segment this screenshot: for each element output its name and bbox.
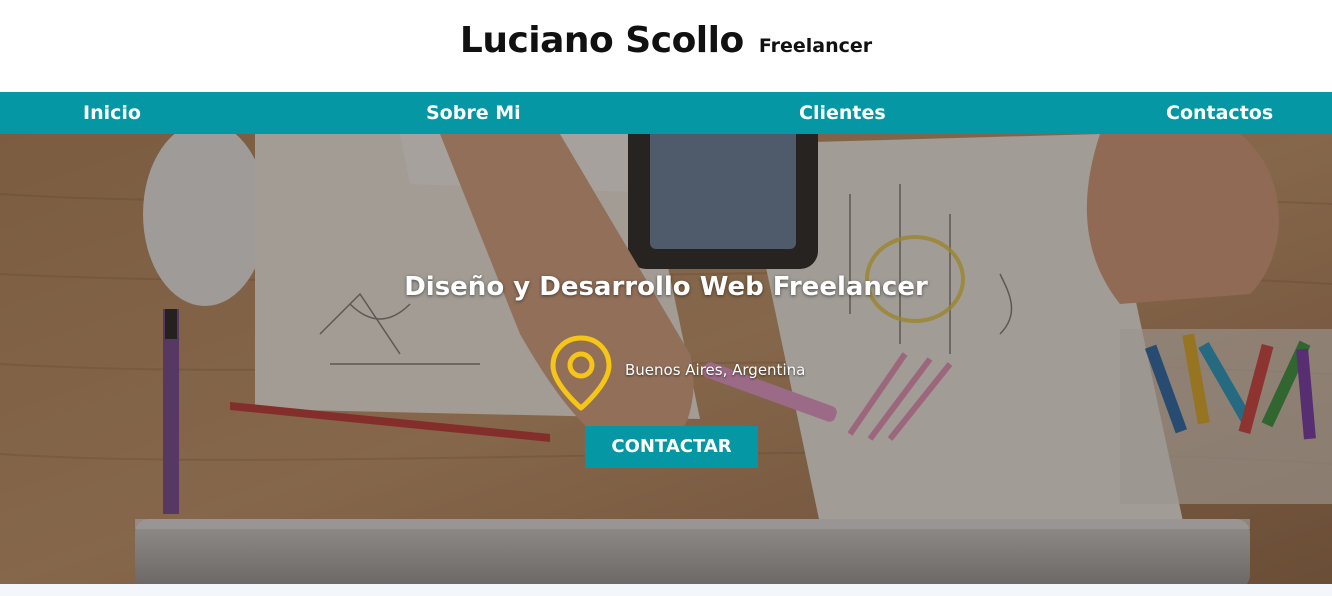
hero-section: Diseño y Desarrollo Web Freelancer Bueno… [0,134,1332,584]
brand: Luciano Scollo Freelancer [0,20,1332,61]
hero-overlay [0,134,1332,584]
location-text: Buenos Aires, Argentina [625,361,806,379]
nav-item-inicio[interactable]: Inicio [83,92,141,134]
nav-item-sobre-mi[interactable]: Sobre Mi [426,92,521,134]
nav-item-contactos[interactable]: Contactos [1166,92,1273,134]
brand-name[interactable]: Luciano Scollo [460,20,744,61]
contact-button[interactable]: CONTACTAR [585,426,758,468]
map-pin-icon [550,335,612,411]
page-bottom-strip [0,584,1332,596]
brand-subtitle: Freelancer [758,35,873,57]
site-header: Luciano Scollo Freelancer [0,0,1332,92]
nav-item-clientes[interactable]: Clientes [799,92,886,134]
main-nav: Inicio Sobre Mi Clientes Contactos [0,92,1332,134]
hero-title: Diseño y Desarrollo Web Freelancer [404,272,928,302]
